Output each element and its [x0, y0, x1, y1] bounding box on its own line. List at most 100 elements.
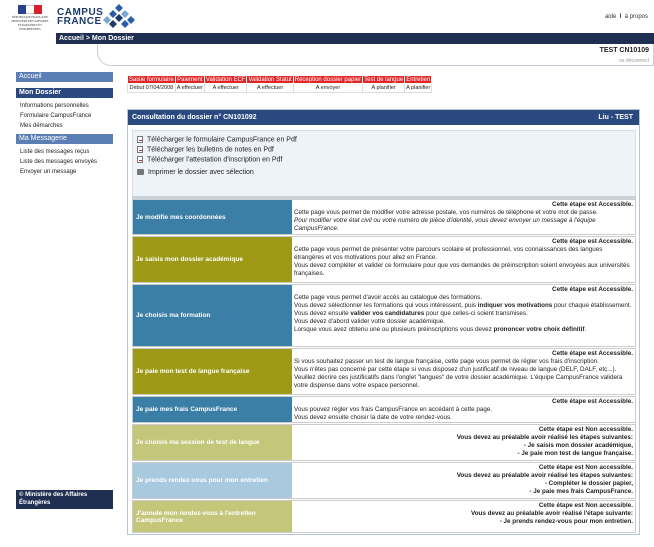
- dossier-panel: Consultation du dossier n° CN101092 Liu …: [127, 109, 640, 535]
- step-test-langue-text: Cette étape est Accessible. Si vous souh…: [294, 349, 633, 394]
- sidebar-item-messages-envoyes[interactable]: Liste des messages envoyés: [16, 157, 113, 167]
- aide-link[interactable]: aide: [605, 14, 616, 20]
- download-formulaire-label: Télécharger le formulaire CampusFrance e…: [147, 136, 297, 144]
- step-coordonnees-text: Cette étape est Accessible. Cette page v…: [294, 200, 633, 234]
- text-span: Vous devez sélectionner les formations q…: [294, 302, 478, 309]
- step-line: - Je paie mon test de langue française.: [517, 450, 633, 457]
- panel-title-bar: Consultation du dossier n° CN101092 Liu …: [128, 110, 639, 125]
- step-coordonnees: Je modifie mes coordonnées Cette étape e…: [132, 199, 636, 235]
- sidebar-item-envoyer-message[interactable]: Envoyer un message: [16, 167, 113, 177]
- step-value: A effectuer: [174, 83, 205, 93]
- step-line: Vous devez d'abord valider votre dossier…: [294, 318, 446, 325]
- step-rendez-vous: Je prends rendez-vous pour mon entretien…: [132, 462, 636, 499]
- sidebar-item-demarches[interactable]: Mes démarches: [16, 121, 113, 131]
- step-header: Validation ECF: [203, 75, 248, 84]
- step-test-langue-link[interactable]: Je paie mon test de langue française: [133, 349, 292, 394]
- step-dossier-academique-text: Cette étape est Accessible. Cette page v…: [294, 237, 633, 282]
- step-coordonnees-link[interactable]: Je modifie mes coordonnées: [133, 200, 292, 234]
- step-line: Vous devez au préalable avoir réalisé le…: [456, 434, 633, 441]
- step-line: Vous n'êtes pas concerné par cette étape…: [294, 366, 617, 373]
- step-frais-campusfrance: Je paie mes frais CampusFrance Cette éta…: [132, 396, 636, 423]
- text-span: pour que celles-ci soient transmises.: [424, 310, 528, 317]
- sidebar-messagerie-heading[interactable]: Ma Messagerie: [16, 134, 113, 144]
- user-bar: TEST CN10109 se déconnect: [97, 44, 654, 66]
- sidebar-item-messages-recus[interactable]: Liste des messages reçus: [16, 147, 113, 157]
- step-value: A planifier: [362, 83, 406, 93]
- step-value: Début 07/04/2008: [127, 83, 176, 93]
- step-line: Vous devez au préalable avoir réalisé l'…: [470, 510, 633, 517]
- user-id: TEST CN10109: [599, 47, 649, 54]
- step-rendez-vous-label: Je prends rendez-vous pour mon entretien: [133, 463, 292, 498]
- step-status: Cette étape est Accessible.: [552, 238, 633, 245]
- step-line: Veuillez décrire ces justificatifs dans …: [294, 374, 623, 389]
- step-line: Vous devez ensuite valider vos candidatu…: [294, 310, 633, 318]
- step-status: Cette étape est Non accessible.: [538, 426, 633, 433]
- step-session-test-text: Cette étape est Non accessible. Vous dev…: [294, 425, 633, 460]
- step-line: Pour modifier votre état civil ou votre …: [294, 217, 596, 232]
- breadcrumb-bar: Accueil > Mon Dossier: [56, 33, 654, 44]
- step-dossier-academique: Je saisis mon dossier académique Cette é…: [132, 236, 636, 283]
- step-session-test-label: Je choisis ma session de test de langue: [133, 425, 292, 460]
- step-line: - Je paie mes frais CampusFrance.: [529, 488, 633, 495]
- rf-text: RÉPUBLIQUE FRANÇAISE MINISTÈRE DES AFFAI…: [11, 15, 49, 31]
- flag-icon: [18, 5, 42, 14]
- step-status: Cette étape est Accessible.: [552, 201, 633, 208]
- brand-bottom: FRANCE: [57, 16, 102, 27]
- sidebar: Accueil Mon Dossier Informations personn…: [16, 72, 113, 177]
- step-formation-link[interactable]: Je choisis ma formation: [133, 285, 292, 346]
- step-header: Réception dossier papier: [292, 75, 364, 84]
- print-dossier-label: Imprimer le dossier avec sélection: [148, 169, 254, 176]
- footer-ministere: © Ministère des Affaires Étrangères: [16, 490, 113, 509]
- top-sep: I: [619, 14, 622, 20]
- campusfrance-diamonds-icon: [103, 4, 135, 28]
- step-dossier-academique-link[interactable]: Je saisis mon dossier académique: [133, 237, 292, 282]
- step-frais-link[interactable]: Je paie mes frais CampusFrance: [133, 397, 292, 422]
- step-header: Test de langue: [362, 75, 406, 84]
- step-line: Vous pouvez régler vos frais CampusFranc…: [294, 406, 493, 413]
- breadcrumb[interactable]: Accueil > Mon Dossier: [56, 35, 134, 42]
- documents-box: Télécharger le formulaire CampusFrance e…: [132, 130, 636, 199]
- step-status: Cette étape est Accessible.: [552, 398, 633, 405]
- print-dossier-link[interactable]: Imprimer le dossier avec sélection: [137, 169, 254, 176]
- campusfrance-logo[interactable]: CAMPUS FRANCE: [57, 8, 103, 27]
- download-attestation-label: Télécharger l'attestation d'inscription …: [147, 156, 283, 164]
- text-span: .: [584, 326, 587, 333]
- sidebar-item-infos[interactable]: Informations personnelles: [16, 101, 113, 111]
- step-header: Validation Statut: [246, 75, 294, 84]
- logout-link[interactable]: se déconnect: [619, 58, 649, 64]
- download-bulletins-link[interactable]: Télécharger les bulletins de notes en Pd…: [137, 146, 274, 153]
- text-strong: prononcer votre choix définitif: [493, 326, 585, 333]
- sidebar-item-formulaire[interactable]: Formulaire CampusFrance: [16, 111, 113, 121]
- step-header: Entretien: [404, 75, 433, 84]
- pdf-icon: [137, 156, 143, 163]
- panel-title: Consultation du dossier n° CN101092: [132, 114, 257, 121]
- text-strong: indiquer vos motivations: [477, 302, 553, 309]
- step-status: Cette étape est Non accessible.: [538, 464, 633, 471]
- download-formulaire-link[interactable]: Télécharger le formulaire CampusFrance e…: [137, 136, 297, 143]
- step-value: A envoyer: [292, 83, 364, 93]
- about-link[interactable]: à propos: [625, 14, 648, 20]
- step-line: Vous devez compléter et valider ce formu…: [294, 262, 630, 277]
- header: RÉPUBLIQUE FRANÇAISE MINISTÈRE DES AFFAI…: [0, 0, 654, 33]
- step-line: - Je saisis mon dossier académique,: [523, 442, 633, 449]
- step-formation: Je choisis ma formation Cette étape est …: [132, 284, 636, 347]
- step-line: Vous devez au préalable avoir réalisé le…: [456, 472, 633, 479]
- panel-user: Liu - TEST: [598, 114, 633, 121]
- step-value: A planifier: [404, 83, 433, 93]
- sidebar-accueil[interactable]: Accueil: [16, 72, 113, 82]
- step-session-test: Je choisis ma session de test de langue …: [132, 424, 636, 461]
- step-line: - Compléter le dossier papier,: [544, 480, 633, 487]
- step-annule-rdv-label: J'annule mon rendez-vous à l'entretien C…: [133, 501, 292, 532]
- step-frais-text: Cette étape est Accessible. Vous pouvez …: [294, 397, 633, 422]
- step-annule-rdv-text: Cette étape est Non accessible. Vous dev…: [294, 501, 633, 532]
- pdf-icon: [137, 146, 143, 153]
- step-line: Vous devez sélectionner les formations q…: [294, 302, 633, 310]
- text-span: Lorsque vous avez obtenu une ou plusieur…: [294, 326, 494, 333]
- step-line: - Je prends rendez-vous pour mon entreti…: [499, 518, 633, 525]
- step-line: Si vous souhaitez passer un test de lang…: [294, 358, 600, 365]
- step-line: Lorsque vous avez obtenu une ou plusieur…: [294, 326, 633, 334]
- sidebar-dossier-heading[interactable]: Mon Dossier: [16, 88, 113, 98]
- step-value: A effectuer: [246, 83, 294, 93]
- download-bulletins-label: Télécharger les bulletins de notes en Pd…: [147, 146, 274, 154]
- download-attestation-link[interactable]: Télécharger l'attestation d'inscription …: [137, 156, 282, 163]
